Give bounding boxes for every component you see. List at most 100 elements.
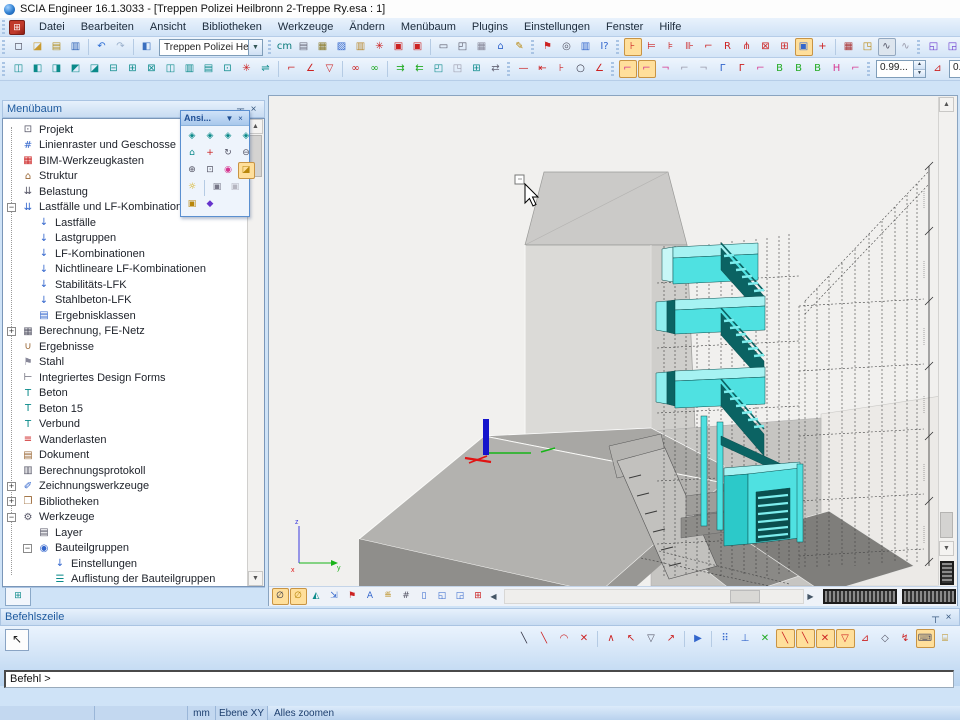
tree-item[interactable]: ↓Stabilitäts-LFK	[5, 277, 247, 293]
tree-item[interactable]: ↓LF-Kombinationen	[5, 246, 247, 262]
snap-orthogonal-icon[interactable]: ▽	[836, 629, 855, 648]
tree-item[interactable]: TBeton	[5, 386, 247, 402]
render-surface-icon[interactable]: ∅	[290, 588, 307, 605]
calc-small-icon[interactable]: ▦	[840, 38, 858, 56]
show-model-icon[interactable]: ⋔	[738, 38, 756, 56]
scale-spinner[interactable]: 0.99... ▲▼	[876, 60, 926, 78]
pin-icon[interactable]: ┬	[929, 611, 942, 624]
calculator-2-icon[interactable]: ▦	[473, 38, 491, 56]
minimized-window-bar-1[interactable]	[823, 589, 897, 604]
hide-selection-icon[interactable]: ⊠	[757, 38, 775, 56]
anchor-line-icon[interactable]: ⊦	[553, 60, 571, 78]
fixed-dashed-icon[interactable]: ¬	[695, 60, 713, 78]
green-joint-3-icon[interactable]: B	[809, 60, 827, 78]
show-mesh-icon[interactable]: #	[398, 588, 415, 605]
new-window-icon[interactable]: ◱	[925, 38, 943, 56]
hinge-end-icon[interactable]: ¬	[657, 60, 675, 78]
view-y-icon[interactable]: ◈	[202, 128, 219, 145]
document-system-icon[interactable]: ⊞	[9, 20, 25, 35]
open-project-icon[interactable]: ◪	[29, 38, 47, 56]
tree-item[interactable]: +✐Zeichnungswerkzeuge	[5, 479, 247, 495]
tree-item[interactable]: ▤Layer	[5, 525, 247, 541]
show-supports-icon[interactable]: ⊦	[624, 38, 642, 56]
view-perspective-icon[interactable]: ⌂	[184, 145, 201, 162]
minimized-window-bar-vertical[interactable]	[940, 561, 954, 585]
tree-item[interactable]: ↓Lastfälle	[5, 215, 247, 231]
snap-arc-center-icon[interactable]: ⊿	[856, 629, 875, 648]
project-home-icon[interactable]: ⌂	[492, 38, 510, 56]
window-horizontal-icon[interactable]: ◲	[944, 38, 960, 56]
scroll-down-icon[interactable]: ▼	[939, 541, 954, 556]
expand-box[interactable]: +	[7, 482, 16, 491]
show-results-icon[interactable]: R	[719, 38, 737, 56]
show-labels-abc-icon[interactable]: A	[362, 588, 379, 605]
zoom-document-icon[interactable]: ◎	[558, 38, 576, 56]
menu-datei[interactable]: Datei	[31, 19, 73, 35]
show-section-icon[interactable]: ⊞	[776, 38, 794, 56]
expand-box[interactable]: +	[7, 497, 16, 506]
circle-tool-icon[interactable]: ○	[572, 60, 590, 78]
zoom-window-icon[interactable]: ⊡	[202, 162, 219, 179]
profile-question-icon[interactable]: I?	[596, 38, 614, 56]
view-params-2-icon[interactable]: ◲	[452, 588, 469, 605]
pair-red-icon[interactable]: ∞	[347, 60, 365, 78]
print-preview-icon[interactable]: ◰	[454, 38, 472, 56]
spinner-up-icon[interactable]: ▲	[914, 61, 925, 69]
tree-item[interactable]: +▦Berechnung, FE-Netz	[5, 324, 247, 340]
render-window-icon[interactable]: ▣	[795, 38, 813, 56]
hinge-start-icon[interactable]: ⌐	[638, 60, 656, 78]
hinge-both-ends-icon[interactable]: ⌐	[619, 60, 637, 78]
redo-icon[interactable]: ↷	[112, 38, 130, 56]
workspace-panel-icon[interactable]: ◧	[138, 38, 156, 56]
beam-tool-icon[interactable]: ◧	[29, 60, 47, 78]
tree-item[interactable]: −⚙Werkzeuge	[5, 510, 247, 526]
viewport-hscrollbar-thumb[interactable]	[730, 590, 760, 603]
3d-viewport[interactable]: z x y ∅∅◭⇲⚑A≝#▯◱◲⊞ ◀ ▶	[268, 95, 958, 606]
status-units[interactable]: mm	[188, 706, 216, 720]
snap-zigzag-icon[interactable]: ↯	[896, 629, 915, 648]
calculator-icon[interactable]: ▦	[314, 38, 332, 56]
show-nodes-icon[interactable]: ⊪	[681, 38, 699, 56]
fixed-both-icon[interactable]: ⌐	[676, 60, 694, 78]
scroll-up-icon[interactable]: ▲	[939, 97, 954, 112]
menu-plugins[interactable]: Plugins	[464, 19, 516, 35]
polyline-edit-icon[interactable]: ⌐	[283, 60, 301, 78]
spinner-arrows[interactable]: ▲▼	[913, 61, 925, 77]
clip-box-icon[interactable]: ▣	[184, 196, 201, 213]
view-x-icon[interactable]: ◈	[184, 128, 201, 145]
show-axes-icon[interactable]: ◭	[308, 588, 325, 605]
wireframe-on-icon[interactable]: ∿	[878, 38, 896, 56]
viewport-hscrollbar[interactable]	[504, 589, 804, 604]
clipboard-icon[interactable]: ▥	[352, 38, 370, 56]
command-panel-header[interactable]: Befehlszeile ┬ ×	[0, 608, 960, 626]
menu-einstellungen[interactable]: Einstellungen	[516, 19, 598, 35]
tree-item[interactable]: ▤Ergebnisklassen	[5, 308, 247, 324]
rigid-corner-icon[interactable]: Γ	[714, 60, 732, 78]
haunch-tool-icon[interactable]: ⊠	[143, 60, 161, 78]
tree-item[interactable]: TBeton 15	[5, 401, 247, 417]
render-3d-icon[interactable]: ◆	[202, 196, 219, 213]
show-dimensions-icon[interactable]: ⇲	[326, 588, 343, 605]
tree-item[interactable]: ▥Berechnungsprotokoll	[5, 463, 247, 479]
tree-item[interactable]: ↓Nichtlineare LF-Kombinationen	[5, 262, 247, 278]
pointer-tool-button[interactable]: ↖	[5, 629, 29, 651]
frame-view-2-icon[interactable]: ▣	[409, 38, 427, 56]
open-results-icon[interactable]: ◳	[859, 38, 877, 56]
copy-member-icon[interactable]: ◰	[430, 60, 448, 78]
tree-item[interactable]: TVerbund	[5, 417, 247, 433]
snap-vertex-icon[interactable]: ∧	[602, 629, 621, 648]
hinge-tool-icon[interactable]: ◫	[162, 60, 180, 78]
camera-off-icon[interactable]: ▣	[227, 179, 244, 196]
view-axo-icon[interactable]: ◈	[238, 128, 255, 145]
tree-item[interactable]: ⚑Stahl	[5, 355, 247, 371]
snap-midpoint-icon[interactable]: ╲	[796, 629, 815, 648]
mirror-member-icon[interactable]: ◳	[449, 60, 467, 78]
project-dropdown[interactable]: Treppen Polizei Heil ▼	[159, 39, 263, 56]
snap-intersection-icon[interactable]: ✕	[816, 629, 835, 648]
menu-bibliotheken[interactable]: Bibliotheken	[194, 19, 270, 35]
menu-hilfe[interactable]: Hilfe	[651, 19, 689, 35]
frame-view-1-icon[interactable]: ▣	[390, 38, 408, 56]
spinner-down-icon[interactable]: ▼	[914, 69, 925, 78]
show-supports-flag-icon[interactable]: ⚑	[344, 588, 361, 605]
pair-green-icon[interactable]: ∞	[366, 60, 384, 78]
